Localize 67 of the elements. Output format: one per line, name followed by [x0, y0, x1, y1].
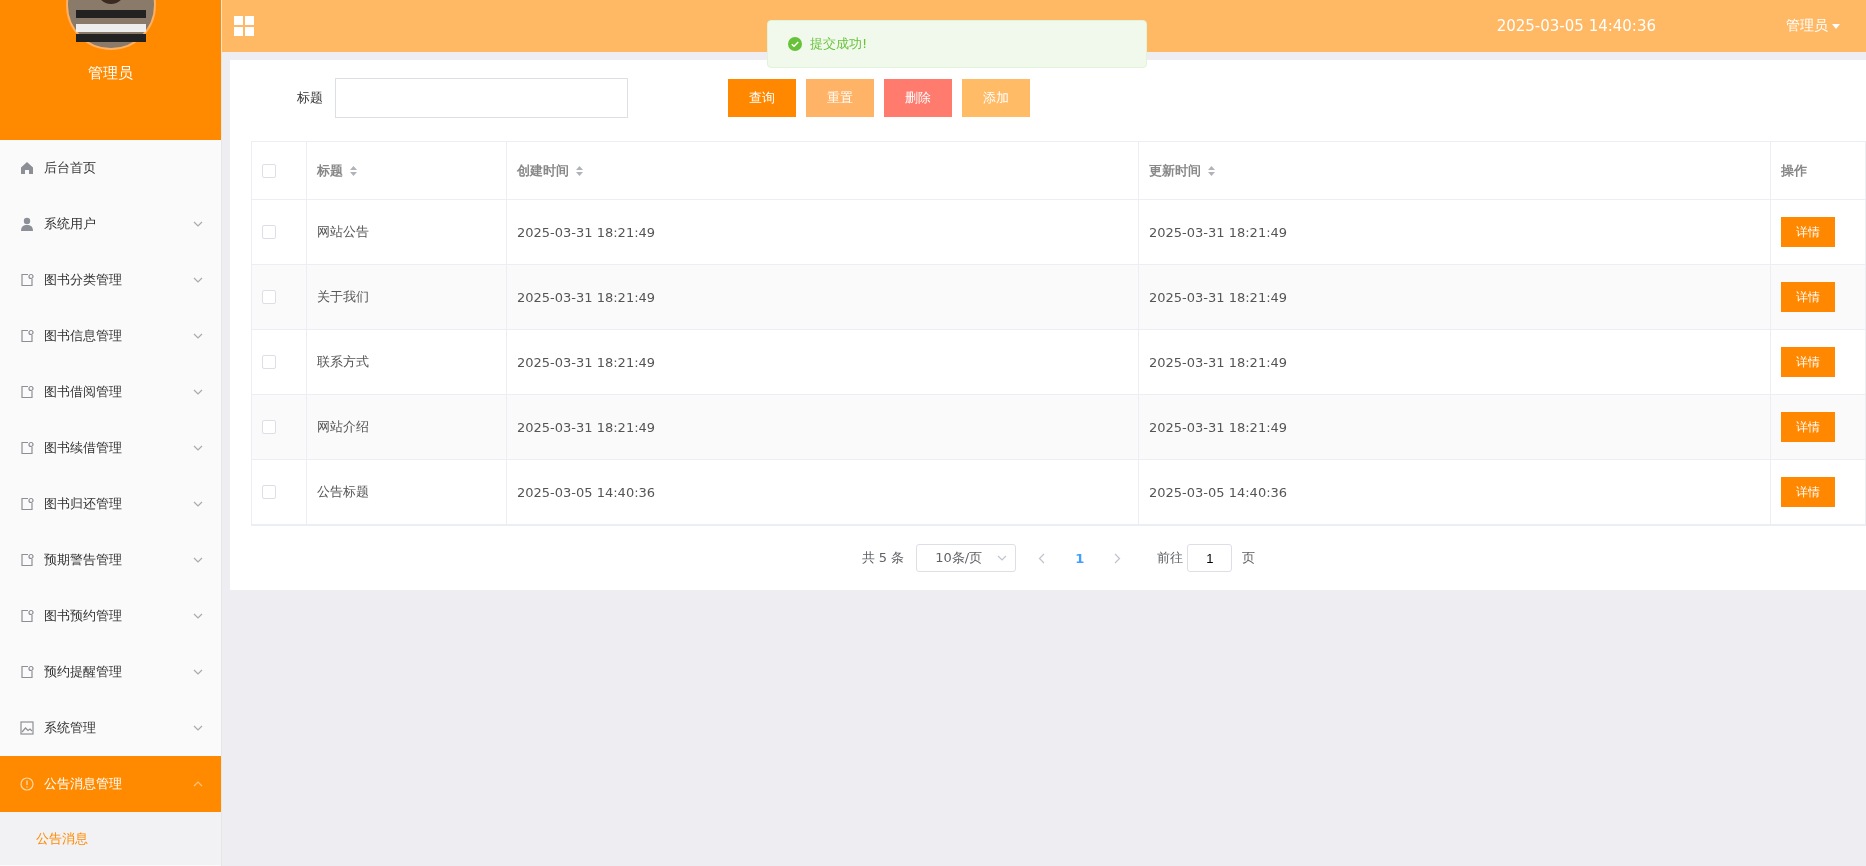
chevron-down-icon — [997, 555, 1008, 561]
table-cell: 2025-03-31 18:21:49 — [1149, 224, 1288, 240]
grid-icon[interactable] — [234, 16, 254, 36]
next-page-icon[interactable] — [1114, 552, 1122, 564]
table-cell: 网站公告 — [317, 223, 369, 241]
row-checkbox[interactable] — [262, 290, 276, 304]
sidebar-item[interactable]: 图书续借管理 — [0, 420, 221, 476]
sort-icon[interactable] — [349, 164, 358, 177]
table-cell: 公告标题 — [317, 483, 369, 501]
home-icon — [20, 161, 34, 175]
image-icon — [20, 721, 34, 735]
sidebar-item[interactable]: 图书分类管理 — [0, 252, 221, 308]
sidebar-item[interactable]: 图书归还管理 — [0, 476, 221, 532]
sidebar-item[interactable]: 后台首页 — [0, 140, 221, 196]
sort-icon[interactable] — [575, 164, 584, 177]
document-icon — [20, 329, 34, 343]
row-checkbox[interactable] — [262, 420, 276, 434]
caret-down-icon[interactable] — [1832, 23, 1840, 29]
sidebar-item[interactable]: 预期警告管理 — [0, 532, 221, 588]
row-checkbox[interactable] — [262, 355, 276, 369]
table-cell: 2025-03-05 14:40:36 — [517, 484, 656, 500]
page-size-select[interactable]: 10条/页 — [916, 544, 1017, 572]
table-cell: 2025-03-31 18:21:49 — [517, 224, 656, 240]
date-time: 2025-03-05 14:40:36 — [1496, 17, 1656, 35]
warning-circle-icon — [20, 777, 34, 791]
previous-page-icon[interactable] — [1038, 552, 1046, 564]
document-icon — [20, 497, 34, 511]
user-icon — [20, 217, 34, 231]
sidebar-item[interactable]: 图书预约管理 — [0, 588, 221, 644]
table-cell: 2025-03-31 18:21:49 — [1149, 419, 1288, 435]
table-cell: 关于我们 — [317, 288, 369, 306]
goto-page-field[interactable]: 1 — [1187, 544, 1233, 572]
column-header: 创建时间 — [517, 161, 569, 180]
column-header: 标题 — [317, 161, 343, 180]
document-icon — [20, 609, 34, 623]
document-icon — [20, 441, 34, 455]
table-cell: 2025-03-31 18:21:49 — [1149, 354, 1288, 370]
sort-icon[interactable] — [1207, 164, 1216, 177]
title-input-field[interactable] — [335, 78, 628, 118]
table-cell: 联系方式 — [317, 353, 369, 371]
table-cell: 2025-03-31 18:21:49 — [517, 419, 656, 435]
sidebar-item[interactable]: 预约提醒管理 — [0, 644, 221, 700]
search-label: 标题 — [297, 89, 323, 107]
sidebar-item[interactable]: 图书借阅管理 — [0, 364, 221, 420]
table-cell: 2025-03-31 18:21:49 — [1149, 289, 1288, 305]
row-checkbox[interactable] — [262, 485, 276, 499]
sidebar-item[interactable]: 系统用户 — [0, 196, 221, 252]
check-circle-icon — [788, 37, 802, 51]
page-suffix: 页 — [1242, 549, 1256, 567]
document-icon — [20, 553, 34, 567]
user-name: 管理员 — [88, 64, 133, 83]
table-cell: 2025-03-31 18:21:49 — [517, 289, 656, 305]
sidebar-item[interactable]: 图书信息管理 — [0, 308, 221, 364]
table-cell: 网站介绍 — [317, 418, 369, 436]
row-checkbox[interactable] — [262, 225, 276, 239]
table-cell: 2025-03-05 14:40:36 — [1149, 484, 1288, 500]
table-cell: 2025-03-31 18:21:49 — [517, 354, 656, 370]
select-all-checkbox[interactable] — [262, 163, 276, 178]
total-count: 共 5 条 — [861, 549, 905, 567]
toast-message: 提交成功! — [810, 35, 868, 53]
document-icon — [20, 385, 34, 399]
column-header: 操作 — [1781, 161, 1807, 180]
sidebar-item[interactable]: 系统管理 — [0, 700, 221, 756]
column-header: 更新时间 — [1149, 161, 1201, 180]
document-icon — [20, 665, 34, 679]
goto-label: 前往 — [1157, 549, 1184, 567]
document-icon — [20, 273, 34, 287]
